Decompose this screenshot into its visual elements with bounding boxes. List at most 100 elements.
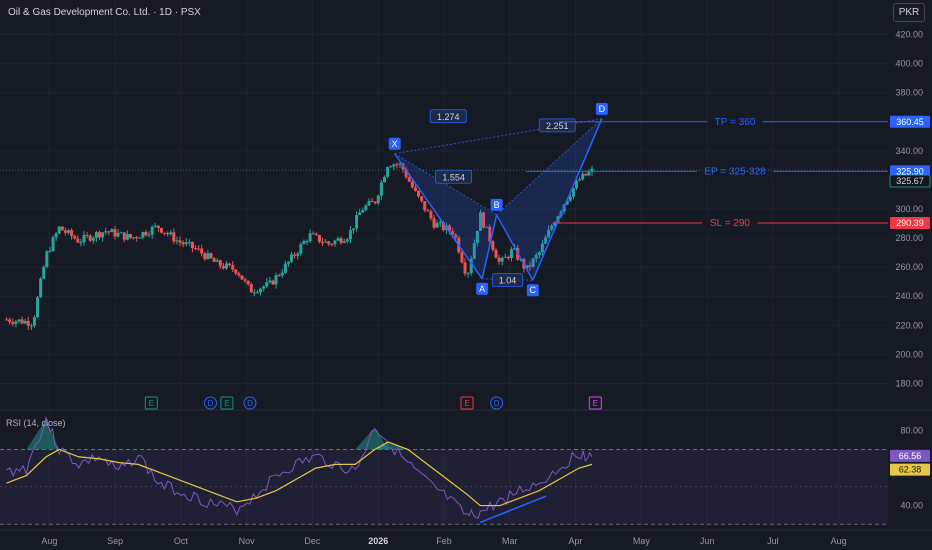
- time-tick-label: Aug: [831, 536, 847, 546]
- candle-body: [392, 164, 396, 167]
- candle-body: [20, 319, 24, 324]
- candle-body: [274, 275, 278, 285]
- candle-body: [494, 249, 498, 258]
- candle-body: [98, 232, 102, 238]
- candle-body: [218, 260, 222, 267]
- candle-body: [395, 164, 399, 166]
- candle-body: [36, 297, 40, 318]
- ratio-label: 1.04: [499, 276, 517, 286]
- time-tick-label: Apr: [569, 536, 583, 546]
- candle-body: [286, 261, 290, 264]
- candle-body: [39, 278, 43, 298]
- candle-body: [32, 317, 36, 326]
- candle-body: [85, 234, 89, 236]
- candle-body: [45, 251, 49, 267]
- candle-body: [268, 280, 272, 283]
- price-tick-label: 400.00: [895, 59, 923, 69]
- event-marker-label: D: [494, 399, 500, 408]
- time-tick-label: Jul: [767, 536, 779, 546]
- candle-body: [234, 269, 238, 274]
- candle-body: [311, 233, 315, 235]
- candle-body: [135, 237, 139, 239]
- candle-body: [221, 266, 225, 269]
- candle-body: [82, 234, 86, 243]
- time-tick-label: Aug: [41, 536, 57, 546]
- candle-body: [51, 237, 55, 252]
- pattern-point-label: C: [530, 285, 537, 295]
- candle-body: [423, 201, 427, 211]
- candle-body: [330, 244, 334, 246]
- candle-body: [187, 241, 191, 243]
- candle-body: [209, 253, 213, 259]
- candle-body: [29, 325, 33, 327]
- candle-body: [568, 196, 572, 201]
- candle-body: [584, 173, 588, 176]
- price-tick-label: 340.00: [895, 146, 923, 156]
- candle-body: [8, 319, 12, 323]
- candle-body: [104, 231, 108, 233]
- price-tick-label: 260.00: [895, 262, 923, 272]
- candle-body: [110, 229, 114, 233]
- candle-body: [166, 233, 170, 235]
- candle-body: [14, 321, 18, 324]
- candle-body: [147, 234, 151, 236]
- rsi-ma-text: 62.38: [899, 465, 922, 475]
- candle-body: [587, 172, 591, 176]
- candle-body: [466, 273, 470, 275]
- candle-body: [228, 263, 232, 266]
- candle-body: [280, 272, 284, 276]
- candle-body: [181, 242, 185, 245]
- pattern-point-label: D: [599, 104, 606, 114]
- candle-body: [290, 254, 294, 262]
- candle-body: [206, 253, 210, 260]
- candle-body: [125, 234, 129, 240]
- candle-body: [410, 181, 414, 188]
- candle-body: [156, 225, 160, 229]
- candle-body: [169, 232, 173, 235]
- candle-body: [200, 248, 204, 254]
- price-tick-label: 220.00: [895, 320, 923, 330]
- candle-body: [417, 190, 421, 197]
- candle-body: [73, 236, 77, 239]
- level-price-text: 360.45: [896, 117, 924, 127]
- candle-body: [197, 248, 201, 250]
- event-marker-label: E: [593, 399, 598, 408]
- candle-body: [26, 321, 30, 326]
- candle-body: [132, 237, 136, 239]
- price-tick-label: 200.00: [895, 349, 923, 359]
- candle-body: [240, 275, 244, 280]
- candle-body: [351, 228, 355, 231]
- candle-body: [215, 260, 219, 262]
- candle-body: [277, 275, 281, 277]
- candle-body: [70, 230, 74, 237]
- candle-body: [144, 231, 148, 236]
- candle-body: [212, 258, 216, 262]
- candle-body: [327, 241, 331, 245]
- time-tick-label: Nov: [239, 536, 256, 546]
- candle-body: [259, 288, 263, 293]
- candle-body: [237, 273, 241, 276]
- candle-body: [581, 173, 585, 180]
- candle-body: [336, 238, 340, 241]
- candle-body: [48, 251, 52, 253]
- price-tick-label: 240.00: [895, 291, 923, 301]
- candle-body: [138, 237, 142, 239]
- price-chart[interactable]: 420.00 400.00 380.00 340.00 300.00 280.00 260.…: [0, 0, 932, 550]
- candle-body: [500, 257, 504, 262]
- candle-body: [252, 292, 256, 294]
- candle-body: [283, 263, 287, 273]
- candle-body: [63, 230, 67, 233]
- currency-button[interactable]: PKR: [893, 3, 925, 22]
- event-marker-label: D: [247, 399, 253, 408]
- rsi-band-fill: [0, 449, 888, 525]
- candle-body: [367, 201, 371, 206]
- candle-body: [503, 256, 507, 258]
- time-tick-label: Sep: [107, 536, 123, 546]
- candle-body: [101, 232, 105, 238]
- price-tick-label: 280.00: [895, 233, 923, 243]
- candle-body: [407, 177, 411, 182]
- candle-body: [426, 210, 430, 212]
- candle-body: [23, 321, 27, 324]
- candle-body: [339, 238, 343, 243]
- candle-body: [243, 279, 247, 281]
